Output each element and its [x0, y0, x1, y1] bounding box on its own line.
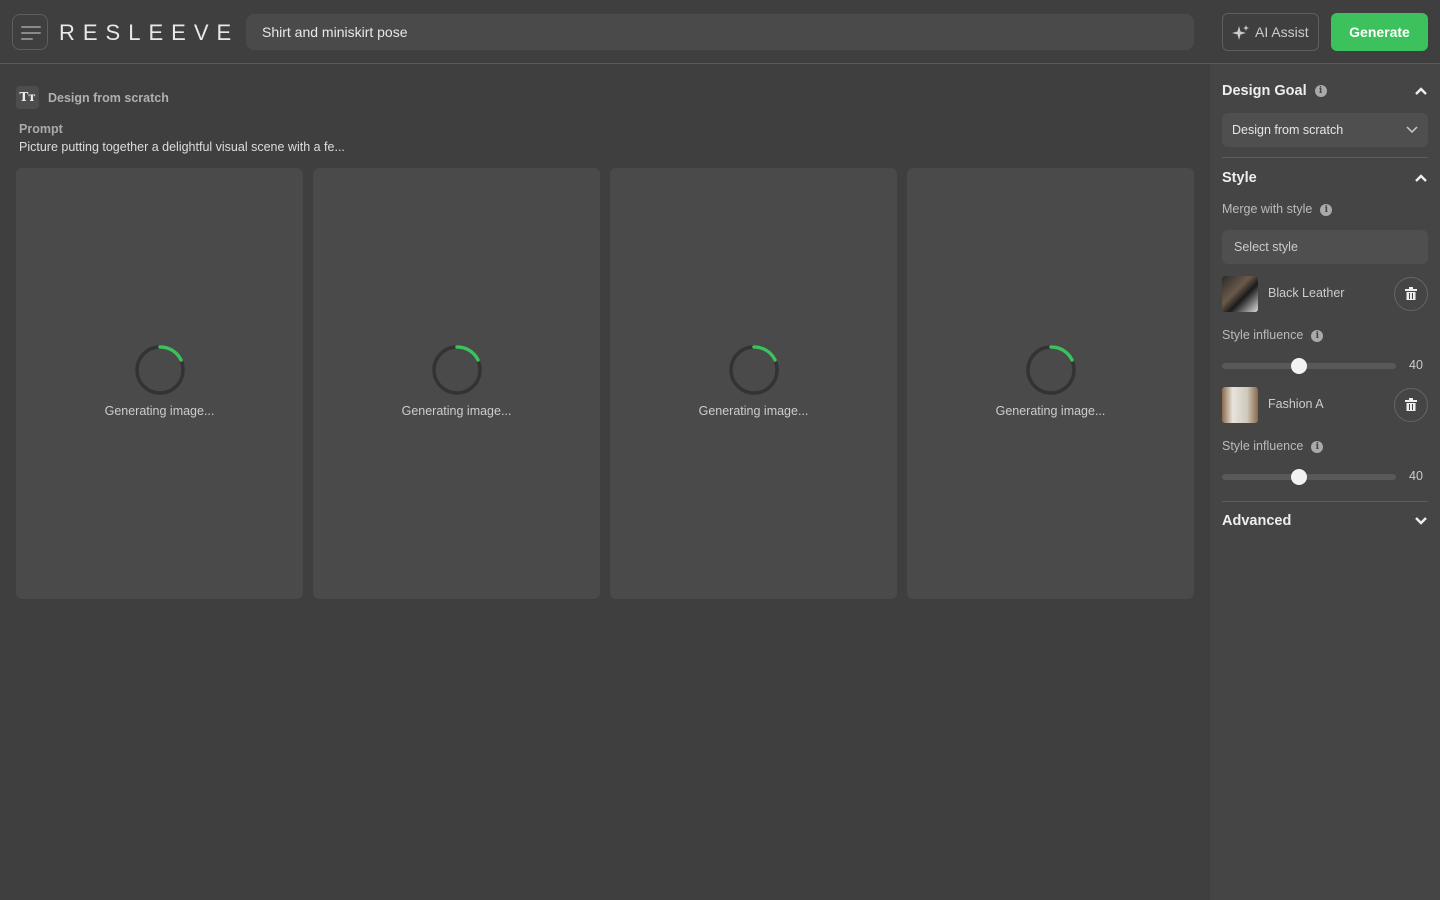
merge-with-style-label: Merge with style i [1222, 202, 1333, 216]
text-icon: Tт [16, 86, 39, 109]
info-icon[interactable]: i [1320, 203, 1333, 216]
design-goal-chip: Tт Design from scratch [16, 86, 169, 109]
chevron-down-icon[interactable] [1414, 516, 1428, 526]
style-influence-slider[interactable] [1222, 358, 1396, 374]
sparkle-icon [1232, 25, 1249, 40]
menu-button[interactable] [12, 14, 48, 50]
loading-spinner-icon [729, 345, 779, 395]
loading-spinner-icon [432, 345, 482, 395]
style-influence-label: Style influence i [1222, 328, 1324, 342]
slider-thumb[interactable] [1291, 469, 1308, 485]
top-bar: RESLEEVE Shirt and miniskirt pose AI Ass… [0, 0, 1440, 64]
image-placeholder-card: Generating image... [907, 168, 1194, 599]
delete-style-button[interactable] [1394, 277, 1428, 311]
info-icon[interactable]: i [1311, 440, 1324, 453]
image-placeholder-card: Generating image... [610, 168, 897, 599]
delete-style-button[interactable] [1394, 388, 1428, 422]
style-header[interactable]: Style [1222, 170, 1257, 186]
image-placeholder-card: Generating image... [313, 168, 600, 599]
settings-panel: Design Goal i Design from scratch Style M… [1210, 64, 1440, 900]
prompt-text: Picture putting together a delightful vi… [19, 140, 345, 154]
style-influence-slider[interactable] [1222, 469, 1396, 485]
prompt-input[interactable]: Shirt and miniskirt pose [246, 14, 1194, 50]
advanced-header[interactable]: Advanced [1222, 513, 1291, 529]
generating-status: Generating image... [401, 404, 512, 418]
image-placeholder-card: Generating image... [16, 168, 303, 599]
chevron-down-icon [1406, 126, 1418, 134]
design-goal-select[interactable]: Design from scratch [1222, 113, 1428, 147]
fashion-a-thumbnail [1222, 387, 1258, 423]
slider-thumb[interactable] [1291, 358, 1308, 374]
generate-button[interactable]: Generate [1331, 13, 1428, 51]
trash-icon [1405, 398, 1417, 411]
ai-assist-button[interactable]: AI Assist [1222, 13, 1319, 51]
info-icon[interactable]: i [1311, 329, 1324, 342]
style-name: Fashion A [1268, 397, 1324, 411]
loading-spinner-icon [135, 345, 185, 395]
logo: RESLEEVE [59, 20, 240, 45]
style-influence-value: 40 [1409, 358, 1423, 372]
black-leather-thumbnail [1222, 276, 1258, 312]
generating-status: Generating image... [104, 404, 215, 418]
trash-icon [1405, 287, 1417, 300]
prompt-label: Prompt [19, 122, 63, 136]
goal-label: Design from scratch [48, 90, 169, 105]
style-influence-value: 40 [1409, 469, 1423, 483]
chevron-up-icon[interactable] [1414, 86, 1428, 96]
info-icon[interactable]: i [1314, 85, 1327, 98]
chevron-up-icon[interactable] [1414, 173, 1428, 183]
select-style-dropdown[interactable]: Select style [1222, 230, 1428, 264]
loading-spinner-icon [1026, 345, 1076, 395]
ai-assist-label: AI Assist [1255, 24, 1309, 40]
design-goal-header[interactable]: Design Goal i [1222, 83, 1327, 99]
generating-status: Generating image... [995, 404, 1106, 418]
style-name: Black Leather [1268, 286, 1345, 300]
generating-status: Generating image... [698, 404, 809, 418]
style-influence-label: Style influence i [1222, 439, 1324, 453]
